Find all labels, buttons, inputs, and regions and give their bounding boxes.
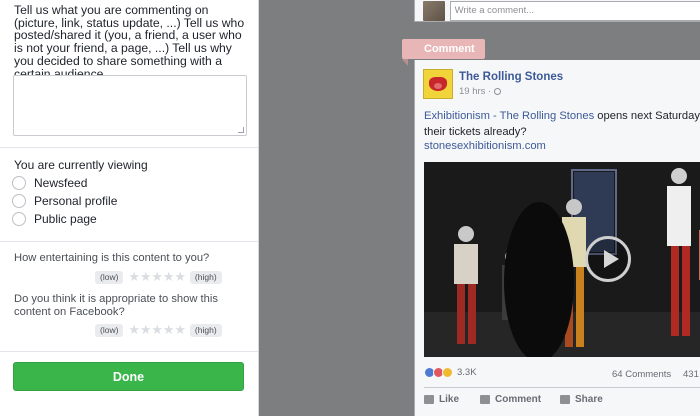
radio-public-page[interactable]: Public page [12,211,97,227]
star-icon[interactable]: ★ [151,270,163,284]
star-icon[interactable]: ★ [163,270,175,284]
survey-question: Tell us what you are commenting on (pict… [14,3,245,81]
play-icon[interactable] [585,236,631,282]
comment-label: Comment [495,394,542,405]
video-player[interactable] [424,162,700,357]
globe-icon [494,88,502,95]
comment-tag: Comment [402,39,485,59]
star-icon[interactable]: ★ [128,323,140,337]
comment-composer: Write a comment... [414,0,700,22]
reactions-summary[interactable]: 3.3K [424,367,477,378]
post-time[interactable]: 19 hrs · [459,86,491,97]
video-thumbnail [424,162,700,357]
page-avatar[interactable] [423,69,453,99]
post-text: Exhibitionism - The Rolling Stones opens… [424,108,700,140]
like-label: Like [439,394,460,405]
divider [0,241,258,242]
star-icon[interactable]: ★ [128,270,140,284]
high-label: (high) [189,323,222,337]
resize-grip-icon[interactable] [238,127,244,133]
star-icon[interactable]: ★ [163,323,175,337]
radio-label: Newsfeed [34,176,88,190]
radio-newsfeed[interactable]: Newsfeed [12,175,87,191]
post-text-link[interactable]: Exhibitionism - The Rolling Stones [424,110,594,122]
viewing-title: You are currently viewing [14,158,148,172]
post-url[interactable]: stonesexhibitionism.com [424,140,546,152]
user-avatar [423,1,445,21]
wow-reaction-icon [442,367,453,378]
reaction-count: 3.3K [457,367,477,378]
survey-panel: Tell us what you are commenting on (pict… [0,0,259,416]
star-rating[interactable]: ★ ★ ★ ★ ★ [128,323,186,337]
star-icon[interactable]: ★ [174,270,186,284]
star-icon[interactable]: ★ [174,323,186,337]
share-arrow-icon [560,395,570,404]
comment-input[interactable]: Write a comment... [449,1,700,21]
speech-bubble-icon [480,395,490,404]
post-meta: 19 hrs · [459,86,502,97]
low-label: (low) [95,270,124,284]
star-icon[interactable]: ★ [140,323,152,337]
share-label: Share [575,394,603,405]
radio-personal-profile[interactable]: Personal profile [12,193,117,209]
like-button[interactable]: Like [424,394,459,405]
rating-row-entertaining: (low) ★ ★ ★ ★ ★ (high) [95,270,222,284]
comment-textarea[interactable] [13,75,247,136]
rating-question-entertaining: How entertaining is this content to you? [14,252,210,264]
feed-overlay: Write a comment... Comment The Rolling S… [259,0,700,416]
star-rating[interactable]: ★ ★ ★ ★ ★ [128,270,186,284]
star-icon[interactable]: ★ [151,323,163,337]
comments-count[interactable]: 64 Comments [612,369,671,380]
page-name[interactable]: The Rolling Stones [459,71,563,83]
low-label: (low) [95,323,124,337]
divider [0,351,258,352]
thumbs-up-icon [424,395,434,404]
radio-button[interactable] [12,176,26,190]
radio-button[interactable] [12,212,26,226]
radio-label: Public page [34,212,97,226]
divider [0,147,258,148]
rating-row-appropriate: (low) ★ ★ ★ ★ ★ (high) [95,323,222,337]
tag-tail [402,59,408,66]
post-card: The Rolling Stones 19 hrs · Exhibitionis… [414,60,700,416]
rating-question-appropriate: Do you think it is appropriate to show t… [14,293,218,318]
radio-button[interactable] [12,194,26,208]
comment-button[interactable]: Comment [480,394,541,405]
high-label: (high) [189,270,222,284]
star-icon[interactable]: ★ [140,270,152,284]
divider [424,387,700,388]
share-button[interactable]: Share [560,394,603,405]
done-button[interactable]: Done [13,362,244,391]
tongue-logo-icon [429,77,447,91]
radio-label: Personal profile [34,194,118,208]
shares-count[interactable]: 431 Sh [683,369,700,380]
